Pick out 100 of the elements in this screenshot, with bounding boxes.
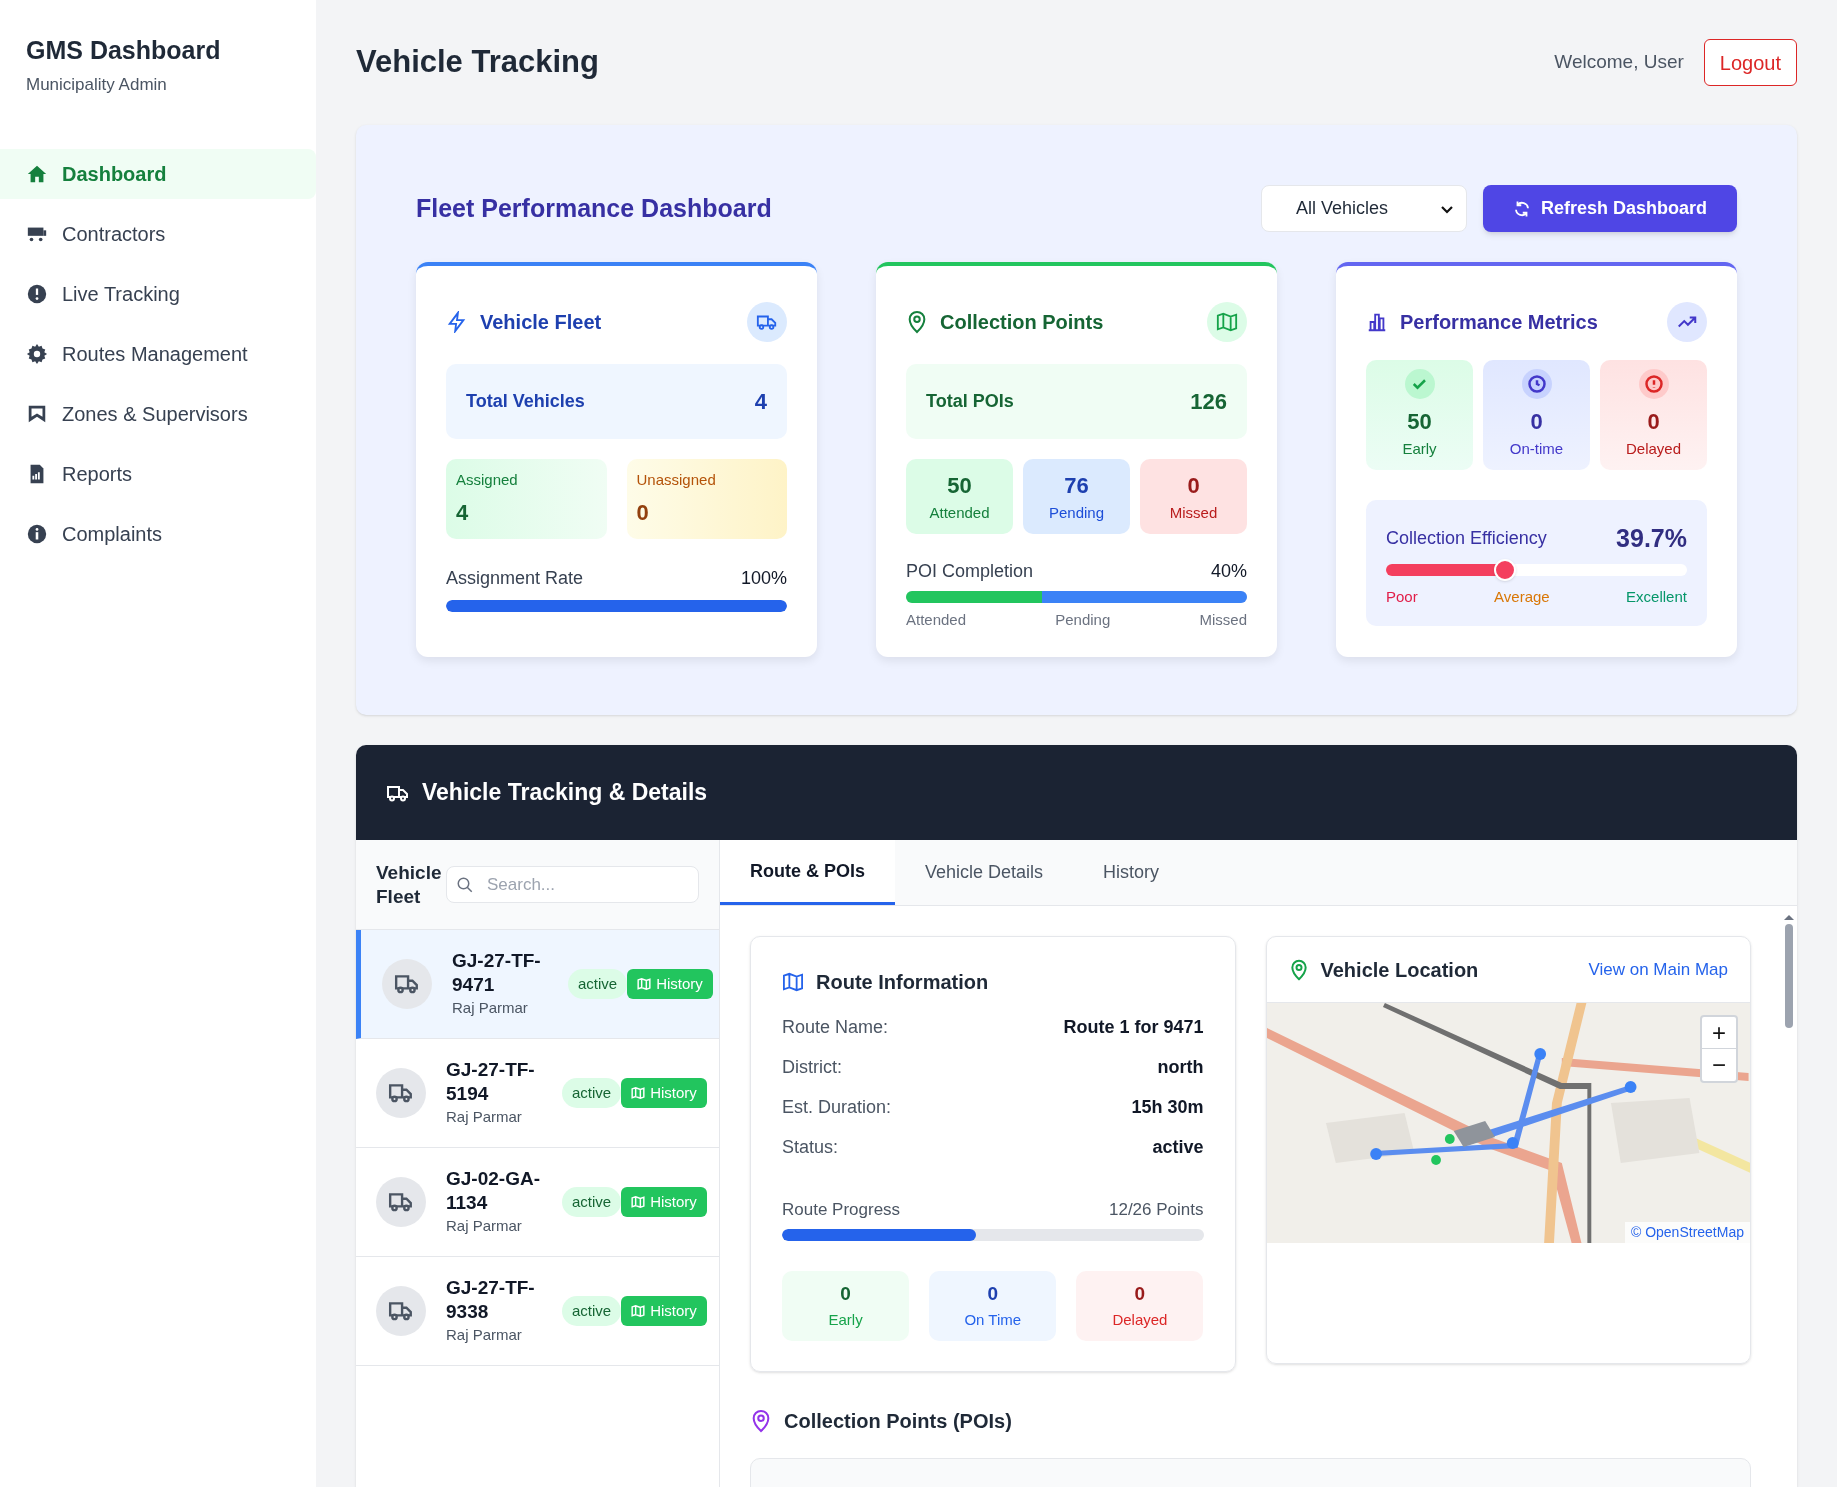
clock-icon xyxy=(1521,369,1552,400)
metric-label: Delayed xyxy=(1625,439,1681,460)
progress-text: 12/26 Points xyxy=(1109,1199,1204,1221)
metric-value: 50 xyxy=(1407,408,1432,437)
nav-item[interactable]: Live Tracking xyxy=(0,269,316,319)
stat-value: 0 xyxy=(1134,1282,1146,1306)
lightning-icon xyxy=(446,311,468,333)
info-icon xyxy=(26,523,48,545)
total-label: Total Vehicles xyxy=(466,390,585,413)
rate-value: 100% xyxy=(740,567,787,590)
truck-icon xyxy=(388,1081,414,1105)
zoom-out-button[interactable]: − xyxy=(1702,1049,1736,1081)
logout-button[interactable]: Logout xyxy=(1703,39,1797,86)
nav-item[interactable]: Zones & Supervisors xyxy=(0,389,316,439)
card-title: Performance Metrics xyxy=(1400,310,1598,335)
stat-value: 50 xyxy=(947,471,972,500)
efficiency-label: Collection Efficiency xyxy=(1386,527,1547,551)
card-title: Vehicle Fleet xyxy=(480,310,602,335)
search-field[interactable]: Search... xyxy=(446,866,699,903)
map-icon xyxy=(631,1304,646,1318)
legend-label: Attended xyxy=(906,610,967,630)
vehicle-item[interactable]: GJ-27-TF-9338 Raj Parmar active History xyxy=(356,1257,719,1366)
stat-value: 0 xyxy=(1187,471,1200,500)
field-value: active xyxy=(1152,1135,1204,1159)
truck-icon xyxy=(388,1299,414,1323)
vehicle-select[interactable]: All Vehicles xyxy=(1260,185,1467,232)
stat-value: 0 xyxy=(987,1282,999,1306)
vehicle-item[interactable]: GJ-27-TF-5194 Raj Parmar active History xyxy=(356,1039,719,1148)
assigned-label: Assigned xyxy=(456,470,519,490)
nav-item[interactable]: Routes Management xyxy=(0,329,316,379)
location-pin-icon xyxy=(906,310,928,334)
field-label: Status: xyxy=(782,1135,839,1159)
truck-icon xyxy=(388,1190,414,1214)
total-value: 126 xyxy=(1190,388,1227,416)
progress-label: Route Progress xyxy=(782,1199,901,1221)
tab[interactable]: Vehicle Details xyxy=(895,840,1074,905)
metric-value: 0 xyxy=(1530,408,1543,437)
location-pin-icon xyxy=(750,1408,772,1433)
welcome-text: Welcome, User xyxy=(1554,50,1684,75)
refresh-button[interactable]: Refresh Dashboard xyxy=(1482,185,1737,232)
vehicle-plate: GJ-02-GA-1134 xyxy=(446,1166,541,1215)
page-title: Vehicle Tracking xyxy=(356,43,599,82)
card-title: Vehicle Location xyxy=(1320,957,1479,983)
zoom-in-button[interactable]: + xyxy=(1702,1017,1736,1049)
location-pin-icon xyxy=(1288,958,1309,981)
tab[interactable]: Route & POIs xyxy=(720,840,895,905)
bookmark-icon xyxy=(26,403,48,425)
search-icon xyxy=(456,876,474,894)
stat-value: 0 xyxy=(840,1282,851,1306)
scroll-up-arrow-icon[interactable] xyxy=(1784,914,1794,920)
trend-up-icon xyxy=(1667,302,1707,342)
efficiency-value: 39.7% xyxy=(1616,523,1687,554)
nav-item[interactable]: Complaints xyxy=(0,509,316,559)
stat-label: On Time xyxy=(964,1309,1022,1330)
total-value: 4 xyxy=(754,388,767,416)
home-icon xyxy=(26,163,48,185)
driver-name: Raj Parmar xyxy=(446,1106,523,1127)
refresh-icon xyxy=(1512,199,1531,218)
legend-label: Pending xyxy=(1055,610,1111,630)
stat-value: 76 xyxy=(1064,471,1089,500)
scale-label: Average xyxy=(1494,586,1550,607)
bar-chart-icon xyxy=(1366,311,1388,333)
stat-label: Pending xyxy=(1048,502,1105,523)
stat-label: Early xyxy=(828,1309,863,1330)
scrollbar-thumb[interactable] xyxy=(1785,924,1793,1028)
total-label: Total POIs xyxy=(926,390,1014,413)
card-title: Collection Points xyxy=(940,310,1104,335)
check-icon xyxy=(1404,369,1435,400)
alert-icon xyxy=(1638,369,1669,400)
truck-icon xyxy=(747,302,787,342)
section-title: Collection Points (POIs) xyxy=(784,1408,1012,1434)
status-badge: active xyxy=(568,969,628,999)
field-value: north xyxy=(1157,1055,1204,1079)
scale-label: Poor xyxy=(1386,586,1418,607)
truck-icon xyxy=(394,972,420,996)
list-title: Vehicle Fleet xyxy=(376,860,440,909)
main-map-link[interactable]: View on Main Map xyxy=(1588,956,1728,983)
field-value: Route 1 for 9471 xyxy=(1063,1015,1204,1039)
vehicle-item[interactable]: GJ-02-GA-1134 Raj Parmar active History xyxy=(356,1148,719,1257)
metric-label: On-time xyxy=(1509,439,1564,460)
completion-label: POI Completion xyxy=(906,560,1034,583)
tab[interactable]: History xyxy=(1073,840,1190,905)
driver-name: Raj Parmar xyxy=(452,997,529,1018)
map-icon xyxy=(631,1086,646,1100)
nav-item[interactable]: Reports xyxy=(0,449,316,499)
assigned-value: 4 xyxy=(456,498,470,527)
status-badge: active xyxy=(562,1296,622,1326)
vehicle-plate: GJ-27-TF-5194 xyxy=(446,1057,536,1106)
stat-label: Attended xyxy=(929,502,990,523)
nav-item[interactable]: Dashboard xyxy=(0,149,316,199)
status-badge: active xyxy=(562,1187,622,1217)
vehicle-item[interactable]: GJ-27-TF-9471 Raj Parmar active History xyxy=(356,930,719,1039)
dashboard-title: Fleet Performance Dashboard xyxy=(416,192,772,224)
map-icon xyxy=(782,972,804,992)
slider-thumb[interactable] xyxy=(1494,558,1517,581)
rate-label: Assignment Rate xyxy=(446,567,584,590)
app-title: GMS Dashboard xyxy=(26,35,222,66)
nav-item[interactable]: Contractors xyxy=(0,209,316,259)
scale-label: Excellent xyxy=(1626,586,1687,607)
field-label: Route Name: xyxy=(782,1015,889,1039)
